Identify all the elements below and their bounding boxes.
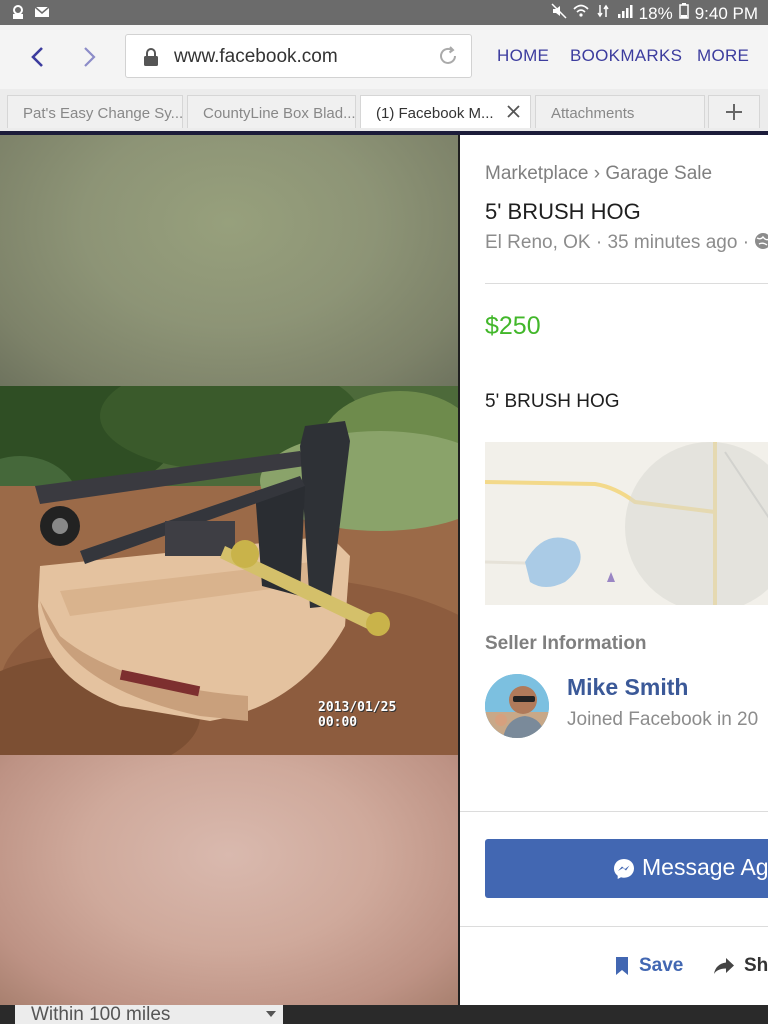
- back-button[interactable]: [22, 41, 52, 73]
- data-transfer-icon: [595, 3, 611, 24]
- chevron-down-icon: [266, 1011, 276, 1017]
- listing-title: 5' BRUSH HOG: [485, 199, 641, 224]
- battery-icon: [678, 3, 689, 24]
- tab-attachments[interactable]: Attachments: [535, 95, 705, 128]
- tab-facebook-marketplace[interactable]: (1) Facebook M...: [360, 95, 531, 128]
- map-graphic: [485, 442, 768, 605]
- save-label: Save: [639, 955, 684, 976]
- location-map[interactable]: [485, 442, 768, 605]
- tab-label: Pat's Easy Change Sy...: [23, 105, 183, 122]
- divider: [485, 283, 768, 284]
- address-bar[interactable]: www.facebook.com: [125, 34, 472, 78]
- save-button[interactable]: Save: [615, 955, 683, 977]
- message-again-button[interactable]: Message Ag: [485, 839, 768, 898]
- status-bar: 18% 9:40 PM: [0, 0, 768, 25]
- photo-blurred-background: [0, 755, 458, 1005]
- divider: [460, 811, 768, 812]
- distance-filter-select[interactable]: Within 100 miles: [15, 1005, 283, 1024]
- photo-blurred-background: [0, 135, 458, 386]
- share-label: Sh: [744, 955, 768, 976]
- listing-meta: El Reno, OK · 35 minutes ago ·: [485, 232, 768, 254]
- photo-viewer[interactable]: 2013/01/25 00:00: [0, 135, 458, 1005]
- close-tab-icon[interactable]: [507, 105, 520, 118]
- tab-strip: Pat's Easy Change Sy... CountyLine Box B…: [0, 89, 768, 135]
- seller-heading: Seller Information: [485, 633, 647, 654]
- tab-pats-easy-change[interactable]: Pat's Easy Change Sy...: [7, 95, 183, 128]
- mute-icon: [551, 3, 567, 24]
- listing-details-panel: Marketplace › Garage Sale 5' BRUSH HOG E…: [460, 135, 768, 1005]
- seller-joined: Joined Facebook in 20: [567, 709, 759, 730]
- photo-time: 00:00: [318, 715, 358, 730]
- notification-icon: [10, 4, 26, 25]
- divider: [460, 926, 768, 927]
- chevron-left-icon: [31, 47, 43, 67]
- wifi-icon: [573, 3, 589, 24]
- message-button-label: Message Ag: [642, 854, 768, 880]
- seller-avatar[interactable]: [485, 674, 549, 738]
- share-icon: [714, 958, 734, 974]
- url-text: www.facebook.com: [174, 46, 338, 67]
- share-button[interactable]: Sh: [713, 955, 768, 977]
- reload-icon[interactable]: [437, 45, 459, 67]
- mail-icon: [34, 4, 50, 25]
- distance-filter-value: Within 100 miles: [31, 1005, 171, 1024]
- new-tab-button[interactable]: [708, 95, 760, 128]
- bookmark-icon: [616, 957, 628, 975]
- bottom-filter-bar: Within 100 miles: [0, 1005, 768, 1024]
- avatar-photo: [485, 674, 549, 738]
- globe-icon: [755, 233, 768, 249]
- tab-label: Attachments: [551, 105, 635, 122]
- listing-description: 5' BRUSH HOG: [485, 391, 620, 412]
- tab-countyline-box-blade[interactable]: CountyLine Box Blad...: [187, 95, 356, 128]
- listing-price: $250: [485, 312, 541, 340]
- more-link[interactable]: MORE: [697, 46, 749, 66]
- chevron-right-icon: [84, 47, 96, 67]
- lock-icon: [144, 48, 158, 66]
- tab-label: CountyLine Box Blad...: [203, 105, 356, 122]
- clock: 9:40 PM: [694, 3, 758, 23]
- forward-button[interactable]: [75, 41, 105, 73]
- tab-label: (1) Facebook M...: [376, 105, 494, 122]
- home-link[interactable]: HOME: [497, 46, 549, 66]
- location-time: El Reno, OK · 35 minutes ago ·: [485, 232, 750, 253]
- bookmarks-link[interactable]: BOOKMARKS: [570, 46, 682, 66]
- breadcrumb[interactable]: Marketplace › Garage Sale: [485, 163, 712, 185]
- photo-date: 2013/01/25: [318, 700, 397, 715]
- browser-toolbar: www.facebook.com HOME BOOKMARKS MORE: [0, 25, 768, 89]
- photo-timestamp: 2013/01/25 00:00: [318, 700, 396, 730]
- listing-photo[interactable]: 2013/01/25 00:00: [0, 386, 458, 755]
- plus-icon: [726, 104, 742, 120]
- battery-percent: 18%: [638, 3, 673, 23]
- seller-name[interactable]: Mike Smith: [567, 674, 688, 701]
- messenger-icon: [614, 859, 634, 879]
- signal-icon: [617, 3, 633, 24]
